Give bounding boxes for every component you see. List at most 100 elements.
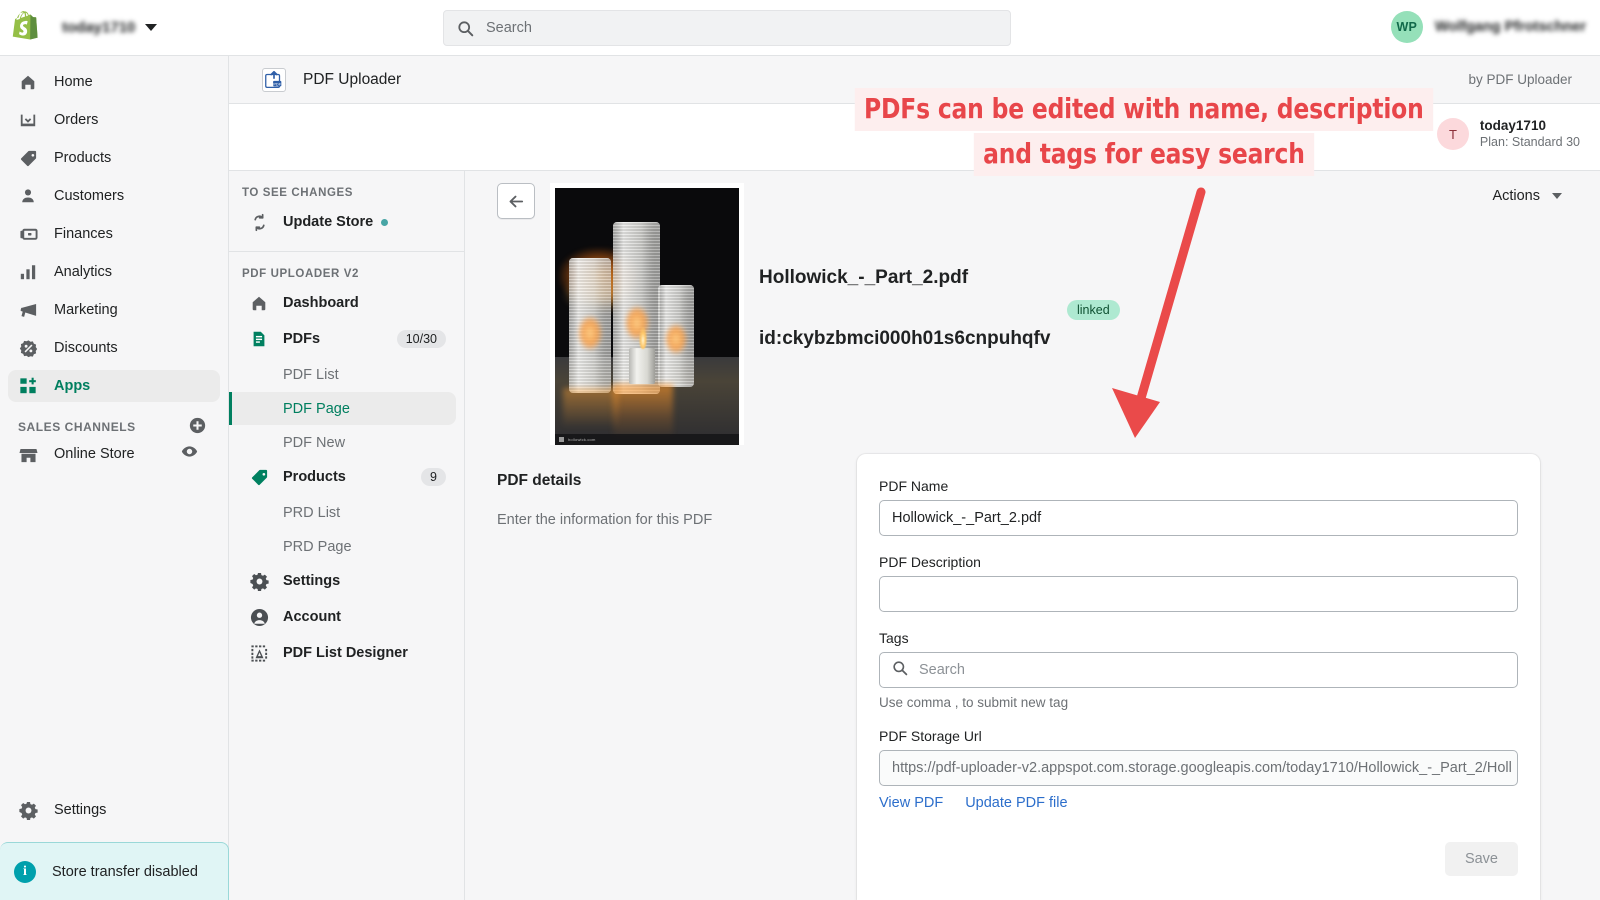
actions-dropdown-button[interactable]: Actions xyxy=(1492,188,1562,204)
sidebar-item-finances[interactable]: Finances xyxy=(8,218,220,250)
subnav-item-pdf-new[interactable]: PDF New xyxy=(229,426,456,459)
watermark-square-icon xyxy=(559,437,564,442)
sidebar-item-label: Customers xyxy=(54,188,125,204)
search-placeholder: Search xyxy=(486,20,532,36)
preview-eye-icon[interactable] xyxy=(181,443,198,465)
sidebar-item-label: Apps xyxy=(54,378,91,394)
add-sales-channel-icon[interactable] xyxy=(189,417,206,437)
subnav-item-account[interactable]: Account xyxy=(229,600,456,634)
home-icon xyxy=(18,72,38,92)
subnav-item-pdf-page[interactable]: PDF Page xyxy=(229,392,456,425)
view-pdf-link[interactable]: View PDF xyxy=(879,795,943,811)
update-available-dot-icon xyxy=(381,218,389,226)
subnav-item-pdf-list[interactable]: PDF List xyxy=(229,358,456,391)
sidebar-item-label: Orders xyxy=(54,112,99,128)
chevron-down-icon xyxy=(1552,193,1562,199)
discount-icon xyxy=(18,338,38,358)
sales-channels-label: SALES CHANNELS xyxy=(18,420,136,434)
subnav-item-label: PDF Page xyxy=(283,400,350,417)
pdf-file-title: Hollowick_-_Part_2.pdf xyxy=(759,267,969,288)
pdf-preview-thumbnail[interactable]: hollowick.com xyxy=(550,183,744,445)
sidebar-item-analytics[interactable]: Analytics xyxy=(8,256,220,288)
sidebar-item-customers[interactable]: Customers xyxy=(8,180,220,212)
sidebar-item-label: Discounts xyxy=(54,340,118,356)
subnav-item-settings[interactable]: Settings xyxy=(229,564,456,598)
tag-icon xyxy=(249,467,269,487)
account-circle-icon xyxy=(249,607,269,627)
tags-search-input[interactable]: Search xyxy=(879,652,1518,688)
pdf-description-label: PDF Description xyxy=(879,554,981,570)
pdf-preview-image: hollowick.com xyxy=(555,188,739,445)
gear-icon xyxy=(18,800,38,820)
search-icon xyxy=(892,660,908,680)
bars-icon xyxy=(18,262,38,282)
subnav-item-label: Products xyxy=(283,469,346,485)
sidebar-item-settings[interactable]: Settings xyxy=(8,794,221,826)
to-see-changes-caption: TO SEE CHANGES xyxy=(242,187,354,199)
app-title: PDF Uploader xyxy=(303,70,402,88)
account-avatar: T xyxy=(1436,118,1469,151)
store-transfer-banner[interactable]: i Store transfer disabled xyxy=(0,842,229,900)
cash-icon xyxy=(18,224,38,244)
top-bar: today1710 Search WP Wolfgang Pfrotschner xyxy=(0,0,1600,56)
pdf-name-input[interactable]: Hollowick_-_Part_2.pdf xyxy=(879,500,1518,536)
tags-helper-text: Use comma , to submit new tag xyxy=(879,695,1069,710)
subnav-item-pdfs[interactable]: PDFs 10/30 xyxy=(229,322,456,356)
update-pdf-file-link[interactable]: Update PDF file xyxy=(965,795,1067,811)
back-button[interactable] xyxy=(497,183,535,219)
subnav-item-label: PRD Page xyxy=(283,538,352,555)
arrow-left-icon xyxy=(509,195,523,207)
sidebar-item-apps[interactable]: Apps xyxy=(8,370,220,402)
sidebar-item-label: Analytics xyxy=(54,264,113,280)
image-tealight-candle xyxy=(629,348,655,384)
sidebar-item-orders[interactable]: Orders xyxy=(8,104,220,136)
subnav-item-dashboard[interactable]: Dashboard xyxy=(229,286,456,320)
image-tealight-flame xyxy=(639,327,647,349)
subnav-item-label: PRD List xyxy=(283,504,341,521)
sidebar-item-marketing[interactable]: Marketing xyxy=(8,294,220,326)
subnav-item-label: Settings xyxy=(283,573,341,589)
subnav-item-products[interactable]: Products 9 xyxy=(229,460,456,494)
subnav-item-prd-page[interactable]: PRD Page xyxy=(229,530,456,563)
chevron-down-icon[interactable] xyxy=(145,24,158,31)
document-icon xyxy=(249,329,269,349)
search-input[interactable]: Search xyxy=(443,10,1011,46)
user-name: Wolfgang Pfrotschner xyxy=(1434,19,1586,35)
status-badge: linked xyxy=(1067,300,1120,320)
pdf-details-subtext: Enter the information for this PDF xyxy=(497,512,713,528)
info-icon: i xyxy=(14,860,36,883)
home-icon xyxy=(249,293,269,313)
pdf-name-label: PDF Name xyxy=(879,478,949,494)
actions-label: Actions xyxy=(1492,188,1540,204)
storage-url-input[interactable]: https://pdf-uploader-v2.appspot.com.stor… xyxy=(879,750,1518,786)
account-plan-chip[interactable]: T today1710 Plan: Standard 30 xyxy=(1436,118,1580,151)
subnav-item-pdf-list-designer[interactable]: PDF List Designer xyxy=(229,636,456,670)
pdf-file-id: id:ckybzbmci000h01s6cnpuhqfv xyxy=(759,328,1051,349)
store-name[interactable]: today1710 xyxy=(62,19,135,36)
save-button[interactable]: Save xyxy=(1444,842,1518,876)
sidebar-item-label: Home xyxy=(54,74,93,90)
main-content: Actions hollowick.com Hollowick_-_Part_2… xyxy=(465,171,1600,900)
sidebar-item-online-store[interactable]: Online Store xyxy=(8,438,220,470)
sidebar-bottom: Settings xyxy=(0,794,229,832)
sidebar-item-discounts[interactable]: Discounts xyxy=(8,332,220,364)
search-icon xyxy=(458,20,474,36)
sidebar-item-products[interactable]: Products xyxy=(8,142,220,174)
pdf-description-input[interactable] xyxy=(879,576,1518,612)
orders-icon xyxy=(18,110,38,130)
subnav-item-update-store[interactable]: Update Store xyxy=(229,205,456,239)
user-menu[interactable]: WP Wolfgang Pfrotschner xyxy=(1390,11,1586,43)
image-watermark: hollowick.com xyxy=(555,434,739,445)
image-reflection xyxy=(613,384,673,440)
avatar: WP xyxy=(1390,11,1423,43)
person-icon xyxy=(18,186,38,206)
subnav-item-prd-list[interactable]: PRD List xyxy=(229,496,456,529)
sidebar-item-home[interactable]: Home xyxy=(8,66,220,98)
account-plan: Plan: Standard 30 xyxy=(1479,134,1580,149)
app-header: PDF PDF Uploader by PDF Uploader xyxy=(229,56,1600,104)
svg-text:PDF: PDF xyxy=(273,82,281,86)
megaphone-icon xyxy=(18,300,38,320)
app-root: today1710 Search WP Wolfgang Pfrotschner… xyxy=(0,0,1600,900)
